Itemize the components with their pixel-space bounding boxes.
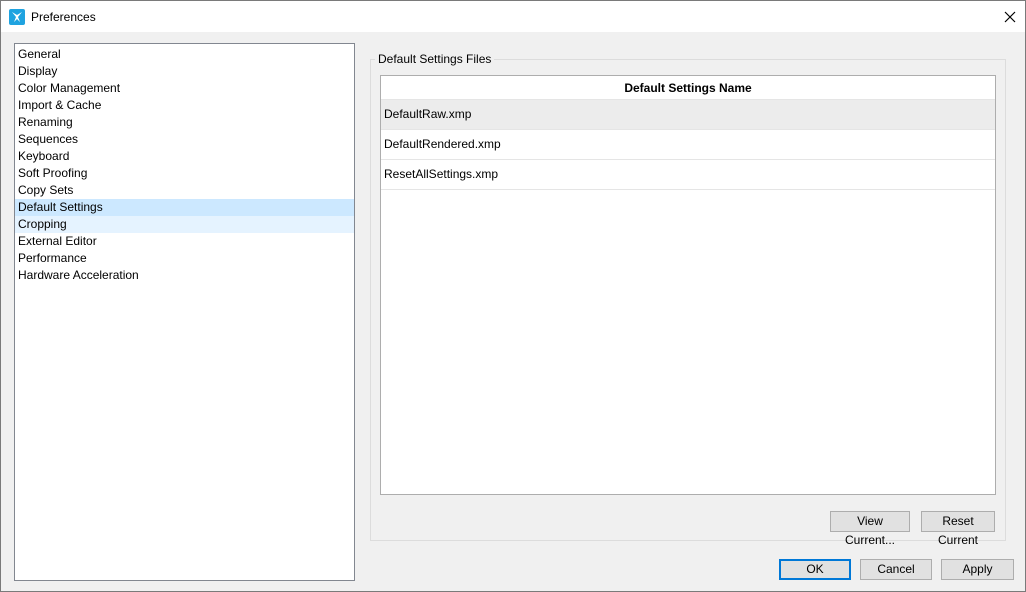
reset-current-button[interactable]: Reset Current bbox=[921, 511, 995, 547]
nav-item-default-settings[interactable]: Default Settings bbox=[15, 199, 354, 216]
nav-item-external-editor[interactable]: External Editor bbox=[15, 233, 354, 250]
cancel-button[interactable]: Cancel bbox=[860, 559, 932, 580]
nav-item-performance[interactable]: Performance bbox=[15, 250, 354, 267]
ok-button[interactable]: OK bbox=[779, 559, 851, 580]
nav-item-sequences[interactable]: Sequences bbox=[15, 131, 354, 148]
apply-button[interactable]: Apply bbox=[941, 559, 1014, 580]
nav-item-color-management[interactable]: Color Management bbox=[15, 80, 354, 97]
close-icon[interactable] bbox=[995, 1, 1025, 32]
nav-item-import-cache[interactable]: Import & Cache bbox=[15, 97, 354, 114]
groupbox-label: Default Settings Files bbox=[375, 52, 495, 66]
nav-item-display[interactable]: Display bbox=[15, 63, 354, 80]
table-column-header[interactable]: Default Settings Name bbox=[381, 76, 995, 100]
preferences-category-list[interactable]: General Display Color Management Import & C… bbox=[14, 43, 355, 581]
nav-item-hardware-acceleration[interactable]: Hardware Acceleration bbox=[15, 267, 354, 284]
nav-item-copy-sets[interactable]: Copy Sets bbox=[15, 182, 354, 199]
nav-item-renaming[interactable]: Renaming bbox=[15, 114, 354, 131]
nav-item-keyboard[interactable]: Keyboard bbox=[15, 148, 354, 165]
view-current-button[interactable]: View Current... bbox=[830, 511, 910, 547]
window-title: Preferences bbox=[31, 9, 96, 24]
preferences-window: Preferences General Display Color Manageme… bbox=[0, 0, 1026, 592]
butterfly-logo-icon bbox=[9, 8, 25, 25]
table-row[interactable]: DefaultRaw.xmp bbox=[381, 100, 995, 130]
nav-item-general[interactable]: General bbox=[15, 46, 354, 63]
nav-item-cropping[interactable]: Cropping bbox=[15, 216, 354, 233]
nav-item-soft-proofing[interactable]: Soft Proofing bbox=[15, 165, 354, 182]
default-settings-table[interactable]: Default Settings Name DefaultRaw.xmp Defa… bbox=[380, 75, 996, 495]
table-row[interactable]: ResetAllSettings.xmp bbox=[381, 160, 995, 190]
table-row[interactable]: DefaultRendered.xmp bbox=[381, 130, 995, 160]
title-bar[interactable]: Preferences bbox=[1, 1, 1025, 32]
